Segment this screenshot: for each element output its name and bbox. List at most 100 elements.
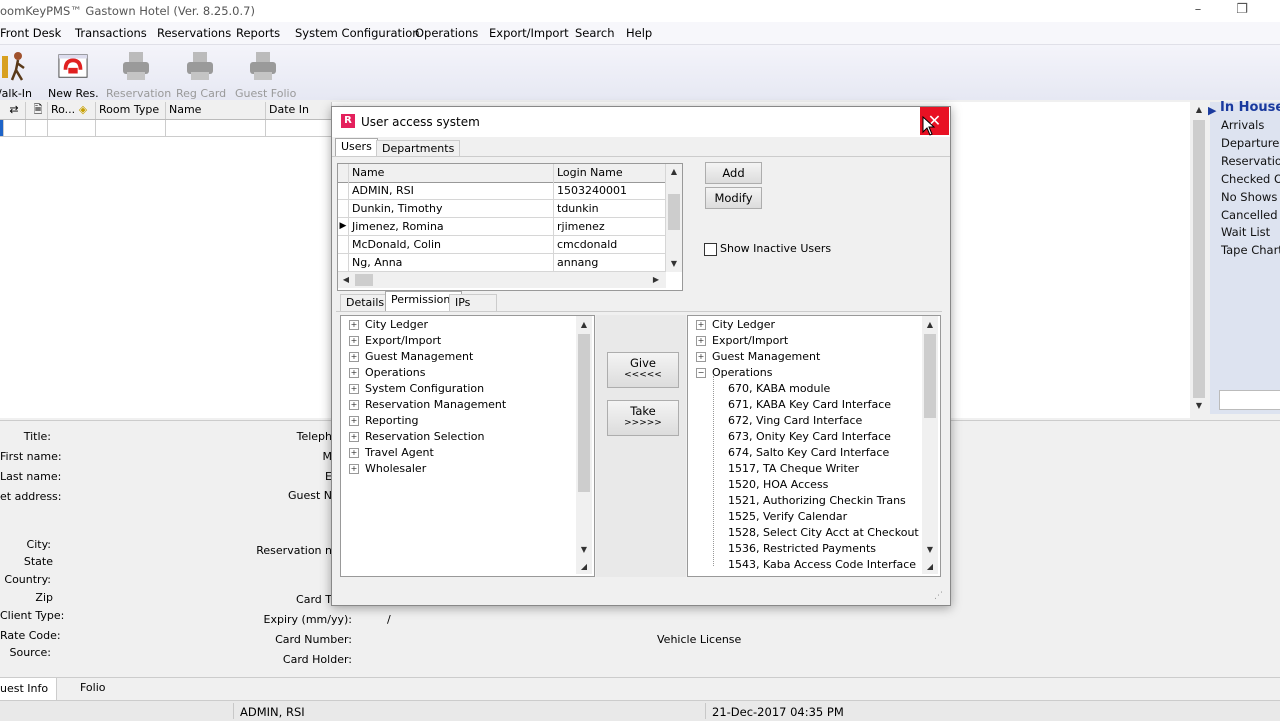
in-house-reservations[interactable]: Reservations (1221, 154, 1280, 168)
new-reservation-button[interactable]: New Res. (48, 50, 99, 100)
permission-item[interactable]: 1521, Authorizing Checkin Trans (728, 493, 906, 509)
in-house-arrivals[interactable]: Arrivals (1221, 118, 1264, 132)
dialog-title-bar[interactable]: R User access system ✕ (332, 107, 950, 137)
take-button[interactable]: Take >>>>> (607, 400, 679, 436)
permission-item[interactable]: 1520, HOA Access (728, 477, 828, 493)
tab-details[interactable]: Details (340, 294, 391, 311)
menu-front-desk[interactable]: Front Desk (0, 26, 61, 40)
last-name-label: Last name: (0, 470, 62, 483)
in-house-checked-out[interactable]: Checked Ou (1221, 172, 1280, 186)
table-row[interactable] (0, 120, 332, 137)
login-column-header[interactable]: Login Name (554, 164, 666, 182)
tree-item[interactable]: + City Ledger (349, 317, 428, 333)
document-icon[interactable]: 🗎 (26, 102, 48, 119)
name-column-header[interactable]: Name (349, 164, 554, 182)
expiry-label: Expiry (mm/yy): (263, 613, 352, 626)
table-row[interactable]: ▶ Jimenez, Romina rjimenez (338, 218, 666, 236)
tree-item[interactable]: + Reservation Selection (349, 429, 484, 445)
tree-item[interactable]: + Export/Import (349, 333, 441, 349)
in-house-tape-chart[interactable]: Tape Chart (1221, 243, 1280, 257)
tree-item[interactable]: + Reservation Management (349, 397, 506, 413)
reservation-print-button[interactable]: Reservation (106, 50, 171, 100)
table-row[interactable]: McDonald, Colin cmcdonald (338, 236, 666, 254)
permission-item[interactable]: 670, KABA module (728, 381, 830, 397)
table-row[interactable]: Ng, Anna annang (338, 254, 666, 272)
menu-reports[interactable]: Reports (236, 26, 280, 40)
scroll-thumb (1193, 120, 1205, 398)
menu-help[interactable]: Help (626, 26, 652, 40)
tree-item[interactable]: + Wholesaler (349, 461, 426, 477)
permission-item[interactable]: 1528, Select City Acct at Checkout (728, 525, 919, 541)
tree-item[interactable]: + System Configuration (349, 381, 484, 397)
permission-item[interactable]: 1536, Restricted Payments (728, 541, 876, 557)
room-grid-header: ⇄ 🗎 Ro... ◈ Room Type Name Date In (0, 102, 332, 120)
tree-item[interactable]: + Guest Management (696, 349, 820, 365)
scroll-down-icon: ▼ (1195, 401, 1203, 410)
available-scrollbar[interactable]: ▲ ▼ ◢ (576, 316, 592, 574)
permission-item[interactable]: 1525, Verify Calendar (728, 509, 847, 525)
menu-search[interactable]: Search (575, 26, 615, 40)
tree-item[interactable]: + City Ledger (696, 317, 775, 333)
tree-item[interactable]: + Reporting (349, 413, 418, 429)
users-vertical-scrollbar[interactable]: ▲ ▼ (666, 164, 682, 272)
printer-icon (250, 52, 276, 80)
tab-departments[interactable]: Departments (376, 140, 461, 156)
rate-code-label: Rate Code: (0, 629, 61, 642)
show-inactive-checkbox[interactable] (704, 243, 717, 256)
walk-in-button[interactable]: /alk-In (0, 50, 34, 100)
tree-item[interactable]: + Travel Agent (349, 445, 434, 461)
users-horizontal-scrollbar[interactable]: ◀ ▶ (338, 272, 666, 288)
table-row[interactable]: ADMIN, RSI 1503240001 (338, 182, 666, 200)
swap-icon[interactable]: ⇄ (0, 102, 26, 119)
street-address-label: et address: (0, 490, 62, 503)
dialog-resize-grip-icon[interactable]: ⋰ (934, 591, 943, 601)
menu-system-configuration[interactable]: System Configuration (295, 26, 420, 40)
tree-item[interactable]: + Guest Management (349, 349, 473, 365)
in-house-wait-list[interactable]: Wait List (1221, 225, 1270, 239)
permission-item[interactable]: 1517, TA Cheque Writer (728, 461, 859, 477)
first-name-label: First name: (0, 450, 62, 463)
status-user: ADMIN, RSI (240, 705, 305, 719)
menu-reservations[interactable]: Reservations (157, 26, 231, 40)
tree-item[interactable]: + Export/Import (696, 333, 788, 349)
in-house-search-input[interactable] (1219, 390, 1280, 410)
tab-folio[interactable]: Folio (80, 681, 106, 694)
menu-export-import[interactable]: Export/Import (489, 26, 569, 40)
give-button[interactable]: Give <<<<< (607, 352, 679, 388)
granted-scrollbar[interactable]: ▲ ▼ ◢ (922, 316, 938, 574)
granted-permissions-tree: + City Ledger + Export/Import + Guest Manag… (687, 315, 941, 577)
in-house-cancelled[interactable]: Cancelled (1221, 208, 1278, 222)
permission-item[interactable]: 1543, Kaba Access Code Interface (728, 557, 916, 573)
guest-notes-label: Guest N (287, 489, 332, 502)
menu-transactions[interactable]: Transactions (75, 26, 147, 40)
name-column[interactable]: Name (166, 102, 266, 119)
reservation-number-label: Reservation n (256, 544, 332, 557)
vehicle-license-label: Vehicle License (657, 633, 742, 646)
permission-item[interactable]: 672, Ving Card Interface (728, 413, 862, 429)
add-button[interactable]: Add (705, 162, 762, 184)
tab-guest-info[interactable]: uest Info (0, 678, 57, 700)
minimize-icon[interactable]: – (1188, 2, 1208, 18)
restore-icon[interactable]: ❐ (1232, 2, 1252, 18)
expand-arrow-icon[interactable]: ▶ (1208, 104, 1216, 117)
menu-operations[interactable]: Operations (415, 26, 478, 40)
in-house-departures[interactable]: Departures (1221, 136, 1280, 150)
in-house-no-shows[interactable]: No Shows (1221, 190, 1277, 204)
permission-item[interactable]: 673, Onity Key Card Interface (728, 429, 891, 445)
permission-item[interactable]: 671, KABA Key Card Interface (728, 397, 891, 413)
table-row[interactable]: Dunkin, Timothy tdunkin (338, 200, 666, 218)
tree-item[interactable]: − Operations (696, 365, 772, 381)
date-in-column[interactable]: Date In (266, 102, 332, 119)
tab-ips[interactable]: IPs (449, 294, 497, 311)
guest-folio-print-button[interactable]: Guest Folio (235, 50, 296, 100)
expiry-value[interactable]: / (387, 613, 391, 626)
room-type-column[interactable]: Room Type (96, 102, 166, 119)
grid-scrollbar[interactable]: ▲ ▼ (1190, 102, 1208, 414)
modify-button[interactable]: Modify (705, 187, 762, 209)
tab-users[interactable]: Users (335, 138, 378, 156)
reg-card-print-button[interactable]: Reg Card (176, 50, 226, 100)
bottom-tabs: uest Info Folio (0, 677, 1280, 700)
room-number-column[interactable]: Ro... ◈ (48, 102, 96, 119)
tree-item[interactable]: + Operations (349, 365, 425, 381)
permission-item[interactable]: 674, Salto Key Card Interface (728, 445, 889, 461)
